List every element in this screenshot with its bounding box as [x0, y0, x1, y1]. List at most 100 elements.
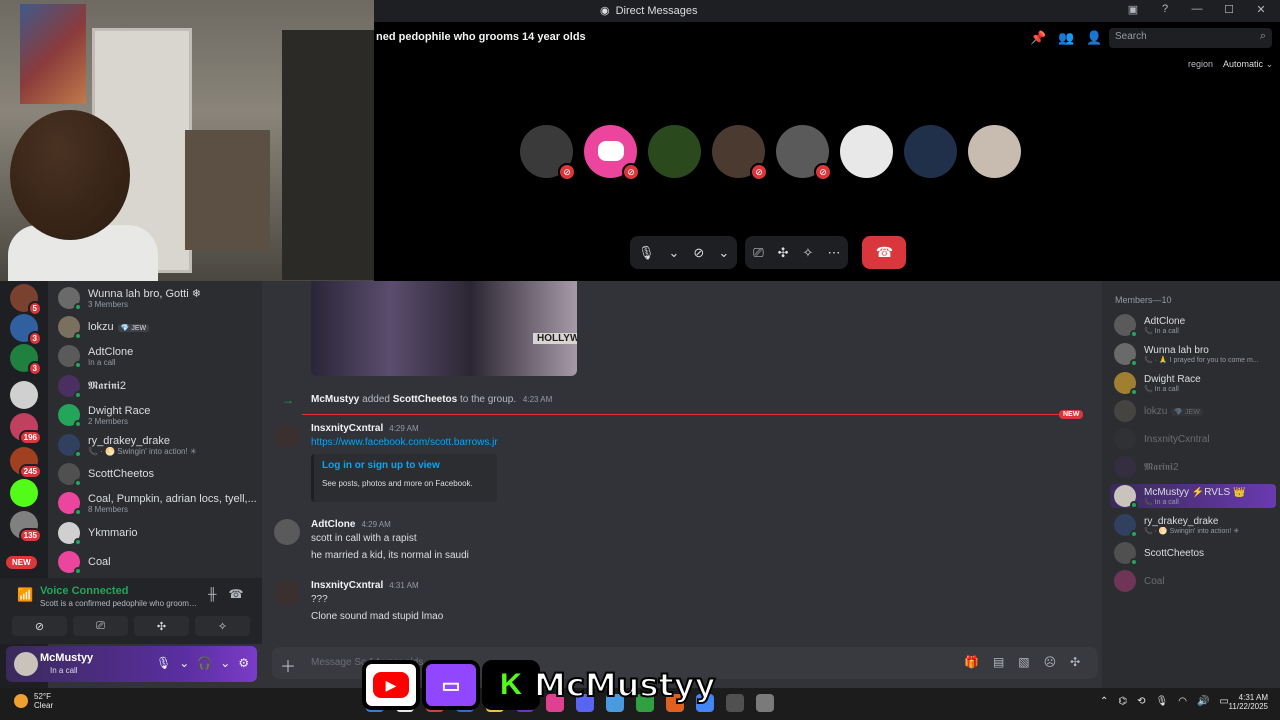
- server-icon[interactable]: 3: [10, 314, 42, 346]
- server-icon[interactable]: 245: [10, 447, 42, 479]
- gift-icon[interactable]: 🎁: [964, 655, 979, 669]
- soundboard-icon[interactable]: ✧: [803, 245, 814, 261]
- message-author[interactable]: InsxnityCxntral 4:29 AM: [311, 423, 419, 434]
- dm-item[interactable]: Ykmmario: [58, 520, 258, 546]
- members-icon[interactable]: 👤: [1086, 30, 1102, 46]
- disconnect-icon[interactable]: ☎: [229, 587, 244, 601]
- participant-avatar[interactable]: [904, 125, 957, 178]
- gif-image[interactable]: HOLLYWO: [311, 281, 577, 376]
- server-icon[interactable]: 196: [10, 413, 42, 445]
- dm-item[interactable]: Coal: [58, 549, 258, 575]
- member-item[interactable]: ScottCheetos: [1114, 541, 1276, 566]
- embed-description: See posts, photos and more on Facebook.: [322, 479, 473, 488]
- member-item[interactable]: Wunna lah bro 📞 · 🙏 I prayed for you to c…: [1114, 342, 1276, 367]
- camera-off-button[interactable]: ⊘: [12, 616, 67, 636]
- dm-item[interactable]: ScottCheetos: [58, 461, 258, 487]
- member-item[interactable]: Dwight Race 📞 In a call: [1114, 371, 1276, 396]
- screen-share-icon[interactable]: ⎚: [753, 245, 763, 261]
- member-item[interactable]: ry_drakey_drake 📞 · 🌕 Swingin' into actio…: [1114, 513, 1276, 538]
- member-item[interactable]: lokzu 💎 JEW: [1114, 399, 1276, 423]
- more-icon[interactable]: ⋯: [827, 245, 840, 261]
- taskbar-app-icon[interactable]: [726, 694, 744, 712]
- avatar[interactable]: [14, 652, 38, 676]
- new-servers-pill[interactable]: NEW: [6, 556, 37, 569]
- help-icon[interactable]: ?: [1158, 3, 1172, 16]
- emoji-icon[interactable]: ☹: [1044, 655, 1057, 669]
- chevron-down-icon[interactable]: ⌄: [669, 245, 680, 261]
- server-icon[interactable]: 3: [10, 344, 42, 376]
- participant-avatar[interactable]: ⊘: [520, 125, 576, 181]
- dm-item[interactable]: AdtClone In a call: [58, 343, 258, 369]
- noise-suppression-icon[interactable]: ╫: [208, 587, 217, 601]
- avatar[interactable]: [274, 580, 300, 606]
- close-button[interactable]: ✕: [1254, 3, 1268, 16]
- participant-avatar[interactable]: [968, 125, 1021, 178]
- taskbar-app-icon[interactable]: [756, 694, 774, 712]
- new-badge: NEW: [1059, 410, 1084, 419]
- network-icon[interactable]: ⌬: [1118, 696, 1127, 707]
- embed-title[interactable]: Log in or sign up to view: [322, 460, 489, 471]
- server-icon[interactable]: [10, 381, 38, 409]
- avatar[interactable]: [274, 519, 300, 545]
- sync-icon[interactable]: ⟲: [1137, 696, 1145, 707]
- voice-channel-name[interactable]: Scott is a confirmed pedophile who groom…: [40, 599, 200, 608]
- dm-item[interactable]: Coal, Pumpkin, adrian locs, tyell,... 8 M…: [58, 490, 258, 516]
- message-text: Clone sound mad stupid lmao: [311, 611, 444, 622]
- weather-widget[interactable]: 52°F Clear: [14, 692, 53, 710]
- message-author[interactable]: AdtClone 4:29 AM: [311, 519, 391, 530]
- participant-avatar[interactable]: [648, 125, 701, 178]
- wifi-icon[interactable]: ◠: [1178, 696, 1187, 707]
- dm-item[interactable]: ry_drakey_drake 📞 · 🌕 Swingin' into actio…: [58, 432, 258, 458]
- microphone-icon[interactable]: 🎙: [156, 656, 171, 670]
- server-icon[interactable]: 135: [10, 511, 42, 543]
- disconnect-button[interactable]: ☎: [862, 236, 907, 269]
- dm-item[interactable]: Dwight Race 2 Members: [58, 402, 258, 428]
- gif-icon[interactable]: ▤: [993, 655, 1004, 669]
- chevron-down-icon[interactable]: ⌄: [718, 245, 729, 261]
- message-link[interactable]: https://www.facebook.com/scott.barrows.j…: [311, 437, 498, 448]
- microphone-icon[interactable]: 🎙: [1156, 696, 1169, 707]
- chevron-up-icon[interactable]: ⌃: [1100, 696, 1108, 707]
- sticker-icon[interactable]: ▧: [1018, 655, 1029, 669]
- dm-name: Wunna lah bro, Gotti ❄: [88, 288, 201, 300]
- participant-avatar[interactable]: ⊘: [776, 125, 832, 181]
- minimize-button[interactable]: —: [1190, 3, 1204, 16]
- member-item[interactable]: InsxnityCxntral: [1114, 427, 1276, 451]
- participant-avatar[interactable]: ⊘: [584, 125, 640, 181]
- apps-icon[interactable]: ✣: [1070, 655, 1080, 669]
- system-tray: ⌃ ⌬ ⟲ 🎙 ◠ 🔊 ▭: [1100, 696, 1229, 707]
- add-friend-icon[interactable]: 👥: [1058, 30, 1074, 46]
- search-input[interactable]: Search ⌕: [1109, 28, 1272, 48]
- camera-off-icon[interactable]: ⊘: [693, 245, 704, 261]
- maximize-button[interactable]: ☐: [1222, 3, 1236, 16]
- chevron-down-icon[interactable]: ⌄: [179, 656, 189, 670]
- headphones-icon[interactable]: 🎧: [197, 656, 212, 670]
- screen-share-button[interactable]: ⎚: [73, 616, 128, 636]
- message-author[interactable]: InsxnityCxntral 4:31 AM: [311, 580, 419, 591]
- server-icon[interactable]: [10, 479, 38, 507]
- volume-icon[interactable]: 🔊: [1197, 696, 1209, 707]
- activities-icon[interactable]: ✣: [778, 245, 789, 261]
- chevron-down-icon[interactable]: ⌄: [220, 656, 230, 670]
- dm-item[interactable]: Wunna lah bro, Gotti ❄ 3 Members: [58, 285, 258, 311]
- member-item[interactable]: AdtClone 📞 In a call: [1114, 313, 1276, 338]
- avatar[interactable]: [274, 423, 300, 449]
- soundboard-button[interactable]: ✧: [195, 616, 250, 636]
- call-title: ned pedophile who grooms 14 year olds: [376, 31, 586, 43]
- microphone-icon[interactable]: 🎙: [638, 245, 655, 261]
- activities-button[interactable]: ✣: [134, 616, 189, 636]
- participant-avatar[interactable]: [840, 125, 893, 178]
- dm-item[interactable]: 𝕸𝖆𝖗𝖎𝖓𝖎2: [58, 373, 258, 399]
- participant-avatar[interactable]: ⊘: [712, 125, 768, 181]
- pin-icon[interactable]: 📌: [1030, 30, 1046, 46]
- dm-item[interactable]: lokzu 💎 JEW: [58, 314, 258, 340]
- member-item[interactable]: 𝕸𝖆𝖗𝖎𝖓𝖎2: [1114, 455, 1276, 479]
- region-selector[interactable]: region Automatic ⌄: [1188, 59, 1273, 70]
- member-item[interactable]: Coal: [1114, 569, 1276, 593]
- clock[interactable]: 4:31 AM 11/22/2025: [1222, 693, 1268, 711]
- server-icon[interactable]: 5: [10, 284, 42, 316]
- inbox-icon[interactable]: ▣: [1126, 3, 1140, 16]
- gear-icon[interactable]: ⚙: [238, 656, 249, 670]
- member-item[interactable]: McMustyy ⚡RVLS 👑 📞 In a call: [1110, 484, 1276, 509]
- add-attachment-icon[interactable]: ＋: [280, 653, 296, 677]
